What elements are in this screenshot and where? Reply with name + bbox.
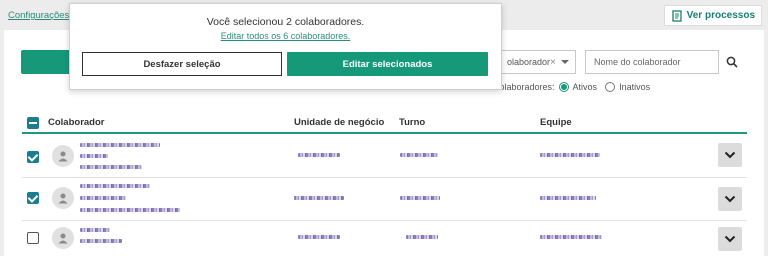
row-checkbox[interactable] <box>27 192 39 204</box>
chevron-down-icon <box>724 195 736 203</box>
redacted-team <box>540 153 600 157</box>
undo-selection-button[interactable]: Desfazer seleção <box>82 52 282 76</box>
expand-row-button[interactable] <box>718 227 742 251</box>
select-all-checkbox[interactable] <box>27 117 39 129</box>
chevron-down-icon <box>724 151 736 159</box>
selection-popup: Você selecionou 2 colaboradores. Editar … <box>69 3 502 90</box>
table-row <box>22 221 747 256</box>
redacted-role <box>80 165 142 169</box>
radio-ativos[interactable] <box>558 82 569 92</box>
redacted-id <box>80 196 126 200</box>
redacted-name <box>80 143 160 147</box>
redacted-id <box>80 239 122 243</box>
ver-processos-button[interactable]: Ver processos <box>663 5 762 26</box>
ver-processos-label: Ver processos <box>686 10 755 21</box>
document-icon <box>671 9 682 22</box>
column-equipe: Equipe <box>540 117 572 128</box>
redacted-id <box>80 154 108 158</box>
redacted-name <box>80 184 150 188</box>
expand-row-button[interactable] <box>718 143 742 167</box>
edit-all-link[interactable]: Editar todos os 6 colaboradores. <box>70 31 501 41</box>
search-input[interactable] <box>585 50 719 74</box>
radio-ativos-label[interactable]: Ativos <box>573 82 598 92</box>
redacted-shift <box>400 153 438 157</box>
redacted-unit <box>298 235 340 239</box>
row-checkbox[interactable] <box>27 232 39 244</box>
radio-inativos-label[interactable]: Inativos <box>619 82 650 92</box>
expand-row-button[interactable] <box>718 187 742 211</box>
selection-message: Você selecionou 2 colaboradores. <box>206 16 365 28</box>
redacted-shift <box>400 196 440 200</box>
redacted-team <box>540 196 596 200</box>
redacted-shift <box>406 235 438 239</box>
close-icon[interactable]: × <box>550 57 559 68</box>
user-icon <box>52 187 74 209</box>
column-colaborador: Colaborador <box>48 117 105 128</box>
redacted-name <box>80 228 110 232</box>
user-icon <box>52 145 74 167</box>
search-icon <box>726 56 738 68</box>
user-icon <box>52 227 74 249</box>
radio-inativos[interactable] <box>605 82 616 92</box>
search-button[interactable] <box>722 51 742 73</box>
redacted-unit <box>294 196 344 200</box>
row-checkbox[interactable] <box>27 151 39 163</box>
edit-selected-button[interactable]: Editar selecionados <box>287 52 488 76</box>
chevron-down-icon[interactable] <box>561 60 569 64</box>
redacted-role <box>80 208 180 212</box>
column-unidade: Unidade de negócio <box>294 117 385 128</box>
breadcrumb-configuracoes[interactable]: Configurações <box>8 10 69 21</box>
chevron-down-icon <box>724 235 736 243</box>
table-row <box>22 135 747 178</box>
column-turno: Turno <box>399 117 426 128</box>
redacted-unit <box>298 153 340 157</box>
redacted-team <box>540 235 602 239</box>
table-header: Colaborador Unidade de negócio Turno Equ… <box>22 110 747 134</box>
table-row <box>22 178 747 221</box>
